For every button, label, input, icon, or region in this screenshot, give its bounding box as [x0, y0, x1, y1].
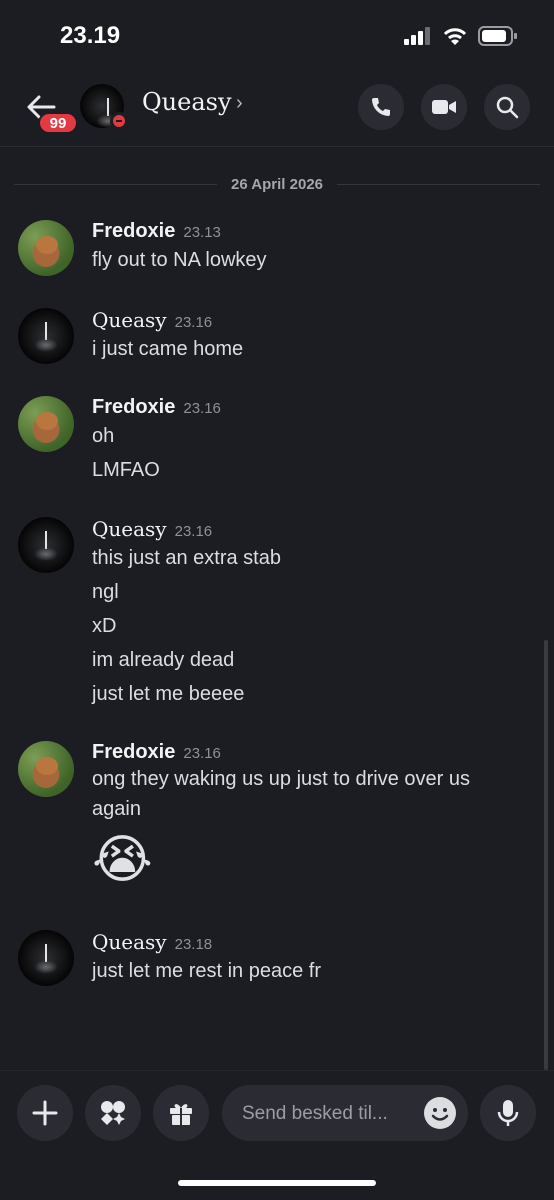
avatar[interactable]: [18, 308, 74, 364]
author-name[interactable]: Queasy: [92, 930, 167, 954]
author-name[interactable]: Fredoxie: [92, 220, 175, 242]
timestamp: 23.18: [174, 936, 213, 953]
author-name[interactable]: Queasy: [92, 517, 167, 541]
signal-icon: [404, 27, 430, 45]
avatar[interactable]: [18, 930, 74, 986]
call-icon: [372, 98, 390, 116]
author-name[interactable]: Queasy: [92, 308, 167, 332]
video-icon: [432, 100, 456, 114]
message-text: i just came home: [92, 338, 244, 360]
message-text: fly out to NA lowkey: [92, 249, 267, 271]
date-separator: 26 April 2026: [0, 176, 554, 194]
author-name[interactable]: Fredoxie: [92, 741, 175, 763]
avatar[interactable]: [18, 220, 74, 276]
timestamp: 23.16: [183, 400, 221, 417]
crying-emoji: 😭: [92, 830, 153, 890]
apps-icon: [101, 1101, 125, 1125]
voice-message-button[interactable]: [480, 1085, 536, 1141]
avatar[interactable]: [18, 517, 74, 573]
message-input[interactable]: [240, 1085, 424, 1143]
search-icon: [496, 96, 519, 119]
timestamp: 23.13: [183, 224, 221, 241]
microphone-icon: [497, 1100, 519, 1126]
emoji-icon[interactable]: [424, 1097, 456, 1129]
scrollbar[interactable]: [544, 640, 548, 1070]
date-label: 26 April 2026: [217, 176, 337, 193]
timestamp: 23.16: [174, 314, 213, 331]
message-text: this just an extra stab: [92, 547, 281, 569]
chat-header: 99 Queasy ›: [0, 70, 554, 147]
call-button[interactable]: [358, 84, 404, 130]
search-button[interactable]: [484, 84, 530, 130]
avatar[interactable]: [18, 741, 74, 797]
chevron-right-icon[interactable]: ›: [236, 92, 243, 115]
status-bar: 23.19: [0, 0, 554, 70]
message-text: again: [92, 798, 141, 820]
message-text: ong they waking us up just to drive over…: [92, 768, 470, 790]
battery-icon: [478, 26, 517, 46]
home-indicator[interactable]: [178, 1180, 376, 1186]
message-text: ngl: [92, 581, 119, 603]
message-text: just let me rest in peace fr: [92, 960, 321, 982]
message-text: xD: [92, 615, 117, 637]
attach-button[interactable]: [17, 1085, 73, 1141]
timestamp: 23.16: [174, 523, 213, 540]
gift-icon: [170, 1104, 192, 1125]
gift-button[interactable]: [153, 1085, 209, 1141]
timestamp: 23.16: [183, 745, 221, 762]
channel-name[interactable]: Queasy: [142, 88, 232, 116]
author-name[interactable]: Fredoxie: [92, 396, 175, 418]
status-icons: [404, 26, 518, 46]
status-time: 23.19: [60, 22, 121, 49]
wifi-icon: [443, 28, 467, 45]
dnd-status-icon: [110, 112, 128, 130]
plus-icon: [32, 1100, 58, 1126]
message-text: im already dead: [92, 649, 235, 671]
video-call-button[interactable]: [421, 84, 467, 130]
message-text: LMFAO: [92, 459, 160, 481]
message-input-container[interactable]: [222, 1085, 468, 1143]
avatar[interactable]: [18, 396, 74, 452]
apps-button[interactable]: [85, 1085, 141, 1141]
message-text: just let me beeee: [92, 683, 245, 705]
unread-badge: 99: [38, 112, 78, 134]
message-text: oh: [92, 425, 115, 447]
